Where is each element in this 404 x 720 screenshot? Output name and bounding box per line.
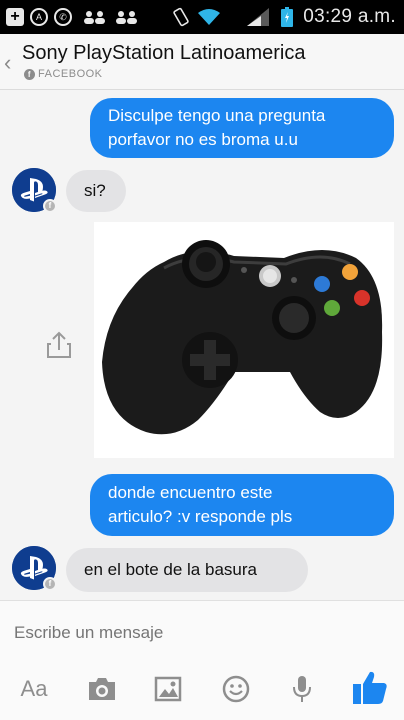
message-line: si? — [84, 181, 106, 200]
add-notification-icon: + — [6, 8, 24, 26]
message-bubble-incoming[interactable]: en el bote de la basura — [66, 548, 308, 592]
microphone-icon[interactable] — [284, 671, 320, 707]
like-icon[interactable] — [350, 667, 390, 707]
vibrate-icon — [170, 7, 192, 27]
battery-icon — [280, 7, 294, 27]
page-subtitle: f FACEBOOK — [24, 68, 103, 80]
signal-icon — [244, 7, 272, 27]
message-line: porfavor no es broma u.u — [108, 130, 298, 149]
message-line: en el bote de la basura — [84, 560, 257, 579]
status-bar: + A ✆ 03:29 a.m. — [0, 0, 404, 34]
chevron-left-icon[interactable]: ‹ — [4, 50, 11, 76]
avatar[interactable]: f — [12, 168, 57, 213]
share-icon[interactable] — [44, 330, 74, 360]
group-icon — [112, 7, 142, 27]
message-line: donde encuentro este — [108, 483, 273, 502]
group-icon — [80, 7, 110, 27]
message-input[interactable] — [14, 619, 384, 647]
message-bubble-incoming[interactable]: si? — [66, 170, 126, 212]
subtitle-text: FACEBOOK — [38, 68, 103, 80]
app-notification-icon: A — [30, 8, 48, 26]
facebook-icon: f — [24, 68, 35, 80]
emoji-icon[interactable] — [218, 671, 254, 707]
gallery-icon[interactable] — [150, 671, 186, 707]
text-format-button[interactable]: Aa — [16, 671, 52, 707]
camera-icon[interactable] — [84, 671, 120, 707]
whatsapp-icon: ✆ — [54, 8, 72, 26]
messenger-badge-icon: f — [43, 577, 57, 591]
message-line: Disculpe tengo una pregunta — [108, 106, 326, 125]
page-title[interactable]: Sony PlayStation Latinoamerica — [22, 42, 306, 65]
message-bubble-outgoing[interactable]: donde encuentro este articulo? :v respon… — [90, 474, 394, 536]
messenger-badge-icon: f — [43, 199, 57, 213]
avatar[interactable]: f — [12, 546, 57, 591]
wifi-icon — [196, 7, 222, 27]
message-bubble-outgoing[interactable]: Disculpe tengo una pregunta porfavor no … — [90, 98, 394, 158]
status-time: 03:29 a.m. — [303, 6, 396, 27]
xbox-360-controller-photo[interactable] — [94, 222, 394, 458]
conversation-header: ‹ Sony PlayStation Latinoamerica f FACEB… — [0, 34, 404, 90]
message-line: articulo? :v responde pls — [108, 507, 293, 526]
message-composer: Aa — [0, 600, 404, 720]
